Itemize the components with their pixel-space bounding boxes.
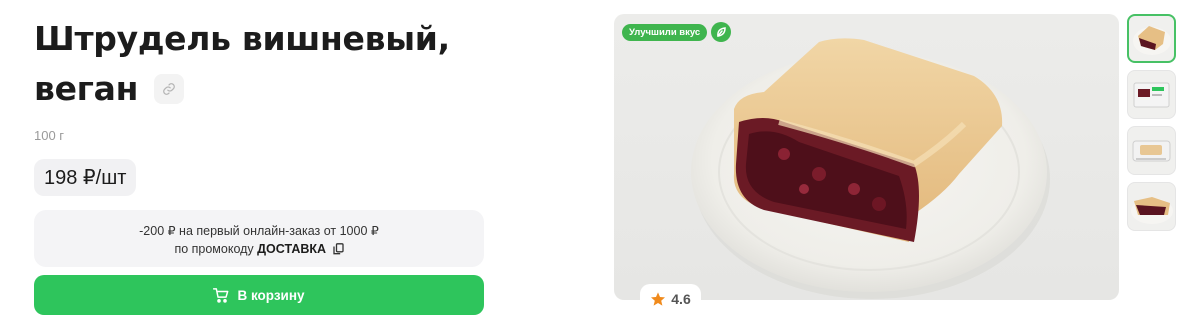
promo-code[interactable]: ДОСТАВКА	[257, 242, 326, 256]
copy-icon[interactable]	[332, 243, 344, 255]
thumbnail-image	[1133, 82, 1170, 108]
cart-icon	[213, 287, 229, 303]
thumbnail-image	[1132, 140, 1171, 162]
link-icon	[163, 83, 175, 95]
title-line-2-text: веган	[34, 69, 139, 108]
thumbnail-list	[1127, 14, 1176, 238]
thumbnail-image	[1131, 197, 1173, 224]
cart-button-label: В корзину	[237, 287, 305, 303]
product-weight: 100 г	[34, 128, 65, 143]
star-icon	[651, 292, 666, 306]
rating-badge: 4.6	[640, 284, 701, 314]
product-price: 198 ₽/шт	[34, 159, 137, 196]
copy-link-button[interactable]	[154, 74, 185, 104]
promo-line-2: по промокоду ДОСТАВКА	[34, 240, 484, 258]
promo-line-1: -200 ₽ на первый онлайн-заказ от 1000 ₽	[139, 224, 379, 238]
promo-prefix: по промокоду	[174, 242, 258, 256]
thumbnail-package-front[interactable]	[1127, 70, 1176, 119]
product-photo[interactable]: Улучшили вкус	[614, 14, 1119, 300]
rating-value: 4.6	[671, 291, 691, 307]
product-title: Штрудель вишневый, веган	[34, 14, 484, 114]
product-info: Штрудель вишневый, веган 100 г 198 ₽/шт …	[34, 14, 484, 315]
strudel-image	[691, 38, 1050, 299]
title-line-2: веган	[34, 64, 484, 114]
thumbnail-package-side[interactable]	[1127, 126, 1176, 175]
leaf-icon	[711, 22, 732, 42]
thumbnail-strudel-plate[interactable]	[1127, 14, 1176, 63]
thumbnail-strudel-closeup[interactable]	[1127, 182, 1176, 231]
badge-label: Улучшили вкус	[622, 23, 708, 41]
thumbnail-image	[1133, 26, 1171, 55]
improved-taste-badge: Улучшили вкус	[622, 22, 732, 42]
title-line-1: Штрудель вишневый,	[34, 19, 450, 58]
promo-banner: -200 ₽ на первый онлайн-заказ от 1000 ₽ …	[34, 210, 484, 267]
add-to-cart-button[interactable]: В корзину	[34, 275, 484, 315]
